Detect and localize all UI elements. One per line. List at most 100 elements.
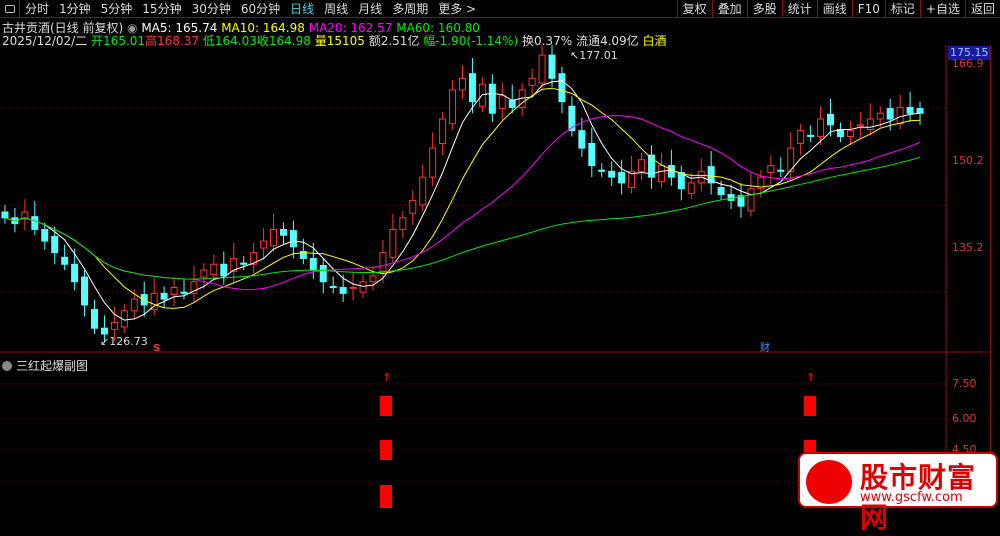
candle-body: [349, 287, 357, 290]
signal-bar: [380, 440, 392, 460]
candle-body: [578, 130, 586, 149]
toolbar-button[interactable]: +自选: [919, 0, 965, 18]
candle-body: [170, 287, 178, 296]
candle-body: [419, 176, 427, 206]
candle-body: [747, 188, 755, 212]
candle-body: [160, 292, 168, 300]
panel-toggle-button[interactable]: [0, 0, 20, 18]
axis-label: 166.9: [952, 57, 984, 70]
watermark-logo: 股市财富网 www.gscfw.com: [798, 452, 998, 534]
candle-body: [31, 216, 39, 230]
toolbar-button[interactable]: 统计: [781, 0, 817, 18]
toolbar-button[interactable]: 标记: [884, 0, 920, 18]
candle-body: [797, 130, 805, 144]
candle-body: [588, 142, 596, 167]
candle-body: [429, 147, 437, 178]
candle-body: [598, 169, 606, 172]
candle-body: [81, 276, 89, 306]
tab-period[interactable]: 更多 >: [433, 0, 481, 17]
up-arrow-icon: ↑: [382, 371, 391, 384]
candle-body: [270, 228, 278, 247]
candle-body: [329, 285, 337, 289]
period-toolbar: 分时 1分钟 5分钟 15分钟 30分钟 60分钟 日线 周线 月线 多周期 更多 > 复权 叠加 多股…: [0, 0, 1000, 18]
signal-bar: [380, 396, 392, 416]
candle-body: [449, 89, 457, 125]
side-panel-strip[interactable]: [990, 45, 1000, 508]
toolbar-button[interactable]: 复权: [676, 0, 712, 18]
candle-body: [777, 169, 785, 172]
axis-label: 135.2: [952, 241, 984, 254]
candle-body: [71, 263, 79, 283]
candle-body: [498, 95, 506, 110]
sub-chart-title: 三红起爆副图: [16, 359, 89, 373]
candle-body: [618, 171, 626, 184]
candle-body: [339, 287, 347, 294]
candle-body: [90, 309, 98, 329]
candle-body: [896, 106, 904, 125]
candle-body: [916, 108, 924, 114]
candle-body: [608, 170, 616, 178]
toolbar-button[interactable]: 返回: [964, 0, 1000, 18]
candle-body: [130, 298, 138, 312]
tab-period[interactable]: 30分钟: [187, 0, 236, 17]
tab-period[interactable]: 15分钟: [137, 0, 186, 17]
candle-body: [459, 77, 466, 91]
candle-body: [279, 228, 287, 236]
candle-body: [548, 54, 556, 79]
candle-body: [866, 118, 874, 130]
tab-period[interactable]: 1分钟: [54, 0, 96, 17]
candle-body: [399, 217, 407, 230]
low-marker: ↙126.73: [100, 335, 148, 348]
sub-chart-header[interactable]: 三红起爆副图: [2, 357, 88, 374]
candle-body: [309, 257, 317, 271]
signal-bar: [380, 485, 392, 508]
axis-label: 150.2: [952, 154, 984, 167]
signal-bar: [804, 396, 816, 416]
dropdown-icon[interactable]: [2, 360, 12, 371]
candle-body: [468, 73, 476, 103]
candle-body: [827, 113, 835, 126]
candle-body: [110, 321, 118, 330]
bull-logo-icon: [806, 460, 852, 504]
candle-body: [210, 263, 218, 276]
tab-period[interactable]: 周线: [319, 0, 353, 17]
kline-chart[interactable]: ↖177.01 ↙126.73 S 财 ↑ ↑: [0, 45, 990, 508]
candle-body: [409, 199, 417, 214]
candle-body: [220, 263, 228, 277]
candle-body: [906, 106, 914, 114]
candle-body: [538, 54, 546, 84]
tab-period[interactable]: 分时: [20, 0, 54, 17]
candle-body: [717, 187, 725, 196]
candle-body: [488, 83, 496, 114]
candle-body: [200, 269, 208, 278]
candle-body: [836, 128, 844, 137]
candle-body: [100, 327, 108, 335]
candle-body: [389, 228, 397, 258]
candle-body: [807, 134, 815, 137]
ma20-line: [4, 115, 921, 291]
candle-body: [687, 182, 695, 194]
candle-body: [508, 99, 516, 108]
signal-s-marker: S: [153, 343, 160, 354]
sub-axis-label: 6.00: [952, 412, 977, 425]
candle-body: [41, 228, 49, 242]
candle-body: [51, 235, 59, 254]
candle-body: [289, 230, 297, 248]
candle-body: [846, 130, 854, 137]
candle-body: [319, 264, 327, 283]
toolbar-button[interactable]: 画线: [816, 0, 852, 18]
candle-body: [439, 118, 447, 144]
finance-marker: 财: [760, 341, 770, 354]
toolbar-button[interactable]: 多股: [746, 0, 782, 18]
tab-period[interactable]: 多周期: [387, 0, 433, 17]
tab-period[interactable]: 60分钟: [236, 0, 285, 17]
candle-body: [260, 240, 268, 249]
tab-period[interactable]: 月线: [353, 0, 387, 17]
toolbar-button[interactable]: F10: [851, 0, 885, 18]
toolbar-button[interactable]: 叠加: [711, 0, 747, 18]
tab-period[interactable]: 5分钟: [96, 0, 138, 17]
candle-body: [61, 256, 69, 265]
tab-period[interactable]: 日线: [285, 0, 319, 17]
high-marker: ↖177.01: [570, 49, 618, 62]
candle-body: [558, 73, 566, 103]
